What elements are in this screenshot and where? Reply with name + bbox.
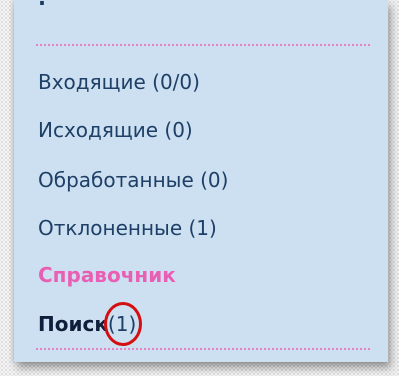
- menu-item-rejected-label: Отклоненные (1): [38, 216, 217, 240]
- search-count-badge: (1): [103, 302, 142, 346]
- panel-heading-cropped: .: [38, 0, 47, 10]
- divider-bottom: [36, 348, 370, 350]
- annotation-circle: [103, 302, 142, 346]
- divider-top: [36, 44, 370, 46]
- menu-item-outbox-label: Исходящие (0): [38, 118, 193, 142]
- menu-item-processed-label: Обработанные (0): [38, 168, 229, 192]
- menu-item-search[interactable]: Поиск(1): [38, 302, 142, 346]
- menu-item-rejected[interactable]: Отклоненные (1): [38, 216, 217, 240]
- menu-item-search-label: Поиск: [38, 312, 108, 336]
- menu-item-processed[interactable]: Обработанные (0): [38, 168, 228, 192]
- menu-item-inbox[interactable]: Входящие (0/0): [38, 70, 200, 94]
- menu-panel: . Входящие (0/0) Исходящие (0) Обработан…: [14, 0, 388, 362]
- menu-item-outbox[interactable]: Исходящие (0): [38, 118, 193, 142]
- menu-item-directory[interactable]: Справочник: [38, 263, 176, 287]
- menu-item-inbox-label: Входящие (0/0): [38, 70, 200, 94]
- menu-item-directory-label: Справочник: [38, 263, 176, 287]
